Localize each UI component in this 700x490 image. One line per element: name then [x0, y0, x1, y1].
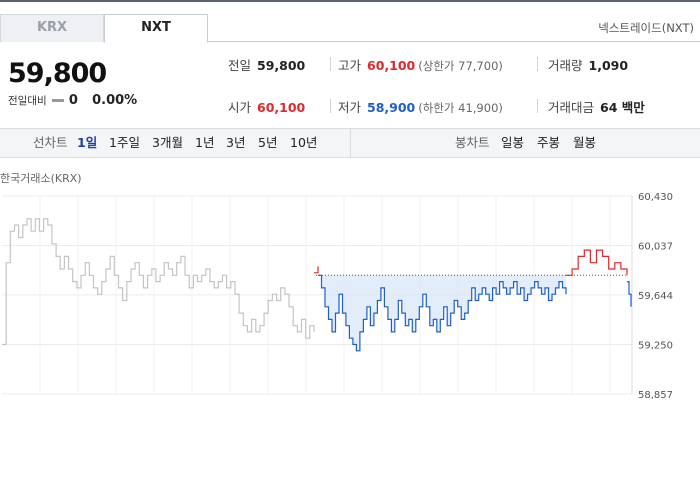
exchange-tabs: KRX NXT [0, 14, 700, 43]
change-value: 0 [68, 93, 78, 108]
stat-label: 전일 [228, 58, 252, 73]
stat-low: 저가 58,900 (하한가 41,900) [338, 97, 503, 116]
candle-weekly[interactable]: 주봉 [537, 129, 560, 157]
period-10year[interactable]: 10년 [290, 129, 317, 157]
change-row: 전일대비 0 0.00% [8, 93, 137, 108]
candle-chart-header: 봉차트 [455, 135, 490, 150]
divider [330, 57, 331, 71]
candle-daily[interactable]: 일봉 [501, 129, 524, 157]
period-bar: 선차트 1일 1주일 3개월 1년 3년 5년 10년 봉차트 일봉 주봉 월봉 [0, 128, 700, 158]
divider [330, 99, 331, 113]
stat-value: 60,100 [257, 100, 306, 115]
stat-value: 58,900 [367, 100, 416, 115]
period-3year[interactable]: 3년 [226, 129, 245, 157]
stat-label: 거래량 [548, 58, 583, 73]
stat-sub: (하한가 41,900) [418, 101, 503, 115]
period-1week[interactable]: 1주일 [109, 129, 140, 157]
change-percent: 0.00% [92, 93, 138, 108]
stat-label: 시가 [228, 100, 252, 115]
stat-label: 거래대금 [548, 100, 595, 115]
series-line-krx-gray [2, 218, 315, 346]
venue-label: 넥스트레이드(NXT) [598, 21, 694, 35]
stat-label: 저가 [338, 100, 362, 115]
series-line-nxt-up-late [566, 249, 628, 276]
stat-open: 시가 60,100 [228, 97, 305, 116]
top-border [0, 0, 700, 2]
stat-high: 고가 60,100 (상한가 77,700) [338, 55, 503, 74]
candle-monthly[interactable]: 월봉 [573, 129, 596, 157]
stat-value: 64 백만 [600, 100, 645, 115]
series-line-nxt-up [314, 266, 319, 274]
chart-title: 한국거래소(KRX) [0, 172, 82, 185]
stat-value: 1,090 [588, 58, 629, 73]
current-price: 59,800 [8, 58, 107, 89]
tab-krx[interactable]: KRX [0, 14, 104, 42]
stat-volume: 거래량 1,090 [548, 55, 628, 74]
chart-series [2, 218, 632, 352]
stat-prev-close: 전일 59,800 [228, 55, 305, 74]
stat-label: 고가 [338, 58, 362, 73]
tab-nxt[interactable]: NXT [104, 14, 208, 43]
unchanged-icon [51, 99, 64, 102]
chart-grid [2, 195, 633, 395]
y-tick-label: 60,430 [638, 192, 673, 203]
below-reference-fill [318, 275, 566, 351]
y-tick-label: 58,857 [638, 390, 673, 400]
y-axis: 60,430 60,037 59,644 59,250 58,857 [638, 192, 673, 400]
y-tick-label: 60,037 [638, 241, 673, 252]
series-line-nxt-close [627, 281, 632, 307]
period-1day[interactable]: 1일 [77, 129, 97, 157]
period-3month[interactable]: 3개월 [152, 129, 183, 157]
line-chart-header: 선차트 [33, 135, 68, 150]
stat-value: 59,800 [257, 58, 306, 73]
price-chart: 60,430 60,037 59,644 59,250 58,857 [2, 192, 673, 400]
stat-sub: (상한가 77,700) [418, 59, 503, 73]
divider [537, 57, 538, 71]
stat-value: 60,100 [367, 58, 416, 73]
change-label: 전일대비 [8, 95, 47, 107]
period-1year[interactable]: 1년 [195, 129, 214, 157]
period-5year[interactable]: 5년 [258, 129, 277, 157]
y-tick-label: 59,250 [638, 341, 673, 352]
y-tick-label: 59,644 [638, 291, 673, 302]
divider [537, 99, 538, 113]
stat-turnover: 거래대금 64 백만 [548, 97, 645, 116]
divider [350, 129, 351, 157]
